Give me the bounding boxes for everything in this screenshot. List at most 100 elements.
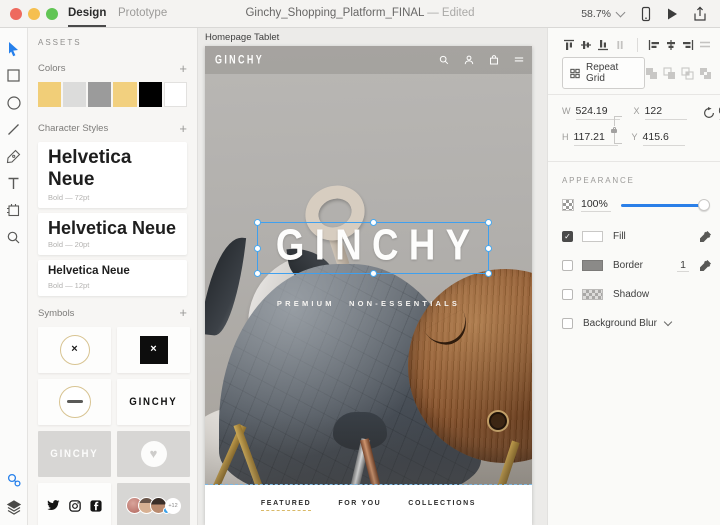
menu-icon[interactable] xyxy=(514,56,524,65)
line-tool-icon[interactable] xyxy=(5,121,22,138)
symbol-social-icons[interactable] xyxy=(38,483,111,525)
border-checkbox[interactable] xyxy=(562,260,573,271)
color-swatch[interactable] xyxy=(139,82,162,107)
x-value[interactable]: 122 xyxy=(645,105,687,120)
symbol-close-circle[interactable]: × xyxy=(38,327,111,373)
canvas[interactable]: Homepage Tablet xyxy=(198,28,547,525)
exclude-icon[interactable] xyxy=(699,67,712,80)
selection-handle-w[interactable] xyxy=(254,245,261,252)
distribute-horizontal-icon[interactable] xyxy=(699,38,712,52)
selection-handle-n[interactable] xyxy=(370,219,377,226)
nav-item-collections[interactable]: COLLECTIONS xyxy=(408,500,476,510)
eyedropper-icon[interactable] xyxy=(699,230,712,243)
lock-aspect-ratio[interactable] xyxy=(614,116,622,144)
opacity-slider-knob[interactable] xyxy=(698,199,710,211)
eyedropper-icon[interactable] xyxy=(699,259,712,272)
opacity-slider[interactable] xyxy=(621,199,710,211)
y-value[interactable]: 415.6 xyxy=(643,131,685,146)
character-style-item[interactable]: Helvetica Neue Bold — 20pt xyxy=(38,213,187,256)
width-value[interactable]: 524.19 xyxy=(576,105,620,120)
hero-subtitle[interactable]: PREMIUM NON-ESSENTIALS xyxy=(205,299,532,308)
add-color-button[interactable]: + xyxy=(179,64,187,74)
background-blur-checkbox[interactable] xyxy=(562,318,573,329)
site-logo[interactable]: GINCHY xyxy=(215,54,264,67)
selection-handle-nw[interactable] xyxy=(254,219,261,226)
device-preview-icon[interactable] xyxy=(638,6,654,22)
border-color-swatch[interactable] xyxy=(582,260,603,271)
width-field[interactable]: W 524.19 xyxy=(562,105,620,120)
layers-icon[interactable] xyxy=(5,498,22,515)
minimize-window-button[interactable] xyxy=(28,8,40,20)
character-style-item[interactable]: Helvetica Neue Bold — 12pt xyxy=(38,260,187,295)
align-bottom-icon[interactable] xyxy=(596,38,609,52)
symbol-logo-light[interactable]: GINCHY xyxy=(38,431,111,477)
fill-color-swatch[interactable] xyxy=(582,231,603,242)
distribute-vertical-icon[interactable] xyxy=(613,38,626,52)
union-icon[interactable] xyxy=(645,67,658,80)
color-swatch[interactable] xyxy=(164,82,187,107)
color-swatch[interactable] xyxy=(113,82,136,107)
user-icon[interactable] xyxy=(464,55,474,65)
height-value[interactable]: 117.21 xyxy=(574,131,618,146)
selection-handle-s[interactable] xyxy=(370,270,377,277)
subtract-icon[interactable] xyxy=(663,67,676,80)
search-icon[interactable] xyxy=(439,55,449,65)
pen-tool-icon[interactable] xyxy=(5,148,22,165)
play-preview-icon[interactable] xyxy=(664,6,680,22)
rectangle-tool-icon[interactable] xyxy=(5,67,22,84)
align-top-icon[interactable] xyxy=(562,38,575,52)
selection-handle-se[interactable] xyxy=(485,270,492,277)
border-width-value[interactable]: 1 xyxy=(677,259,689,272)
shadow-checkbox[interactable] xyxy=(562,289,573,300)
align-middle-vertical-icon[interactable] xyxy=(579,38,592,52)
selection-handle-ne[interactable] xyxy=(485,219,492,226)
artboard-site-header[interactable]: GINCHY xyxy=(205,46,532,74)
intersect-icon[interactable] xyxy=(681,67,694,80)
y-field[interactable]: Y 415.6 xyxy=(632,131,685,146)
symbol-favorite[interactable]: ♥ xyxy=(117,431,190,477)
assets-library-icon[interactable] xyxy=(5,471,22,488)
nav-item-for-you[interactable]: FOR YOU xyxy=(338,500,381,510)
shadow-swatch[interactable] xyxy=(582,289,603,300)
chevron-down-icon[interactable] xyxy=(664,318,672,326)
symbol-close-square[interactable]: × xyxy=(117,327,190,373)
text-tool-icon[interactable] xyxy=(5,175,22,192)
align-left-icon[interactable] xyxy=(647,38,660,52)
height-field[interactable]: H 117.21 xyxy=(562,131,618,146)
add-symbol-button[interactable]: + xyxy=(179,308,187,318)
fill-checkbox[interactable]: ✓ xyxy=(562,231,573,242)
align-right-icon[interactable] xyxy=(682,38,695,52)
align-center-horizontal-icon[interactable] xyxy=(665,38,678,52)
artboard-homepage-tablet[interactable]: GINCHY GINCHY PREMIUM NON-ESS xyxy=(205,46,532,525)
x-field[interactable]: X 122 xyxy=(634,105,687,120)
artboard-nav-bar[interactable]: FEATURED FOR YOU COLLECTIONS xyxy=(205,485,532,525)
selected-text-layer[interactable]: GINCHY xyxy=(257,222,489,274)
artboard-label[interactable]: Homepage Tablet xyxy=(205,32,279,43)
bag-icon[interactable] xyxy=(489,55,499,65)
color-swatch[interactable] xyxy=(63,82,86,107)
nav-item-featured[interactable]: FEATURED xyxy=(261,500,311,511)
close-window-button[interactable] xyxy=(10,8,22,20)
select-tool-icon[interactable] xyxy=(5,40,22,57)
share-icon[interactable] xyxy=(692,6,708,22)
zoom-level-control[interactable]: 58.7% xyxy=(581,8,624,20)
selection-handle-e[interactable] xyxy=(485,245,492,252)
symbol-logo-dark[interactable]: GINCHY xyxy=(117,379,190,425)
color-swatch[interactable] xyxy=(88,82,111,107)
artboard-tool-icon[interactable] xyxy=(5,202,22,219)
hero-title[interactable]: GINCHY xyxy=(265,224,481,270)
zoom-tool-icon[interactable] xyxy=(5,229,22,246)
color-swatch[interactable] xyxy=(38,82,61,107)
tab-design[interactable]: Design xyxy=(68,0,106,27)
character-style-item[interactable]: Helvetica Neue Bold — 72pt xyxy=(38,142,187,208)
symbol-avatars[interactable]: +12 xyxy=(117,483,190,525)
opacity-value[interactable]: 100% xyxy=(581,198,611,212)
ellipse-tool-icon[interactable] xyxy=(5,94,22,111)
rotation-field[interactable]: 0° xyxy=(703,105,720,120)
zoom-window-button[interactable] xyxy=(46,8,58,20)
selection-handle-sw[interactable] xyxy=(254,270,261,277)
repeat-grid-button[interactable]: Repeat Grid xyxy=(562,57,645,89)
add-character-style-button[interactable]: + xyxy=(179,124,187,134)
symbol-shop-button[interactable] xyxy=(38,379,111,425)
tab-prototype[interactable]: Prototype xyxy=(118,0,167,27)
